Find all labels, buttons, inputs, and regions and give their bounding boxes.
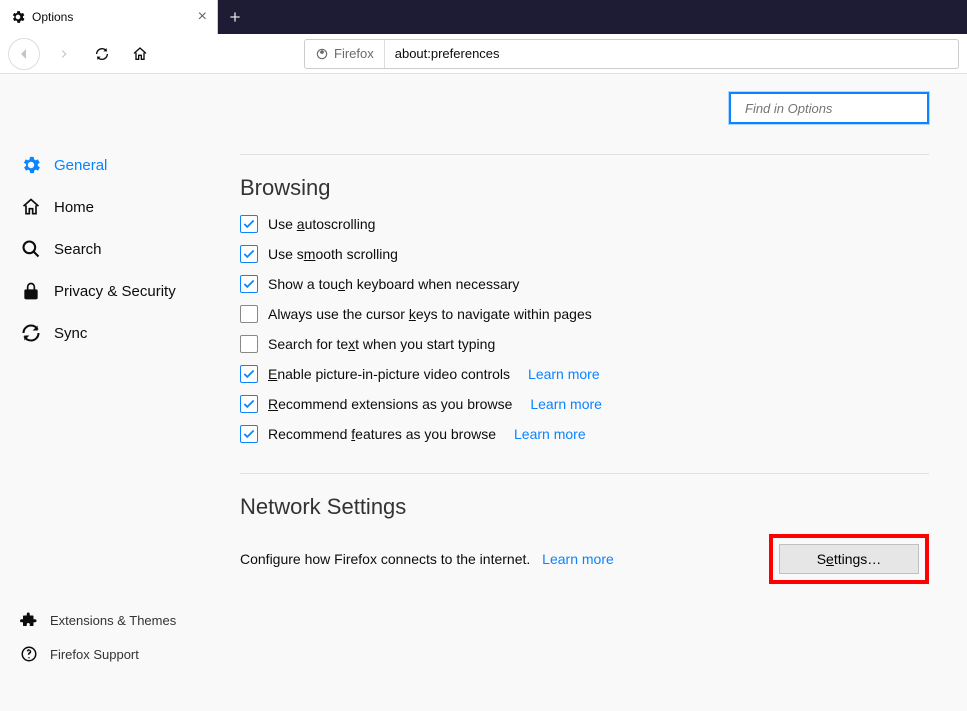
divider (240, 473, 929, 474)
sidebar-item-label: Sync (54, 325, 87, 342)
new-tab-button[interactable] (218, 0, 252, 34)
sidebar-extensions[interactable]: Extensions & Themes (6, 603, 234, 637)
home-icon (20, 196, 42, 218)
reload-button[interactable] (88, 40, 116, 68)
section-title-network: Network Settings (240, 494, 929, 520)
nav-toolbar: Firefox about:preferences (0, 34, 967, 74)
checkbox-row: Show a touch keyboard when necessary (240, 275, 929, 293)
main: Browsing Use autoscrolling Use smooth scr… (240, 74, 967, 711)
sidebar-item-label: Home (54, 199, 94, 216)
highlight-box: Settings… (769, 534, 929, 584)
checkbox-row: Recommend features as you browse Learn mo… (240, 425, 929, 443)
sidebar-item-search[interactable]: Search (6, 228, 234, 270)
checkbox-label[interactable]: Always use the cursor keys to navigate w… (268, 306, 592, 322)
sync-icon (20, 322, 42, 344)
tab-options[interactable]: Options × (0, 0, 218, 34)
puzzle-icon (20, 611, 38, 629)
search-box[interactable] (729, 92, 929, 124)
tab-title: Options (32, 10, 192, 24)
checkbox-label[interactable]: Recommend features as you browse (268, 426, 496, 442)
close-icon[interactable]: × (198, 9, 207, 25)
gear-icon (10, 9, 26, 25)
checkbox[interactable] (240, 425, 258, 443)
divider (240, 154, 929, 155)
firefox-icon (315, 47, 329, 61)
network-description: Configure how Firefox connects to the in… (240, 551, 614, 567)
checkbox-label[interactable]: Search for text when you start typing (268, 336, 495, 352)
question-icon (20, 645, 38, 663)
checkbox[interactable] (240, 215, 258, 233)
url-identity-label: Firefox (334, 46, 374, 61)
sidebar-item-sync[interactable]: Sync (6, 312, 234, 354)
section-title-browsing: Browsing (240, 175, 929, 201)
checkbox-row: Always use the cursor keys to navigate w… (240, 305, 929, 323)
checkbox-row: Use smooth scrolling (240, 245, 929, 263)
gear-icon (20, 154, 42, 176)
content: GeneralHomeSearchPrivacy & SecuritySync … (0, 74, 967, 711)
url-text: about:preferences (385, 46, 510, 61)
checkbox-label[interactable]: Enable picture-in-picture video controls (268, 366, 510, 382)
checkbox-label[interactable]: Use autoscrolling (268, 216, 375, 232)
checkbox[interactable] (240, 305, 258, 323)
checkbox[interactable] (240, 275, 258, 293)
learn-more-link[interactable]: Learn more (530, 396, 602, 412)
search-input[interactable] (745, 101, 923, 116)
forward-button[interactable] (50, 40, 78, 68)
checkbox-row: Search for text when you start typing (240, 335, 929, 353)
checkbox[interactable] (240, 365, 258, 383)
sidebar: GeneralHomeSearchPrivacy & SecuritySync … (0, 74, 240, 711)
learn-more-link[interactable]: Learn more (528, 366, 600, 382)
url-bar[interactable]: Firefox about:preferences (304, 39, 959, 69)
checkbox-label[interactable]: Show a touch keyboard when necessary (268, 276, 519, 292)
learn-more-link[interactable]: Learn more (542, 551, 614, 567)
sidebar-item-label: Search (54, 241, 102, 258)
checkbox[interactable] (240, 245, 258, 263)
learn-more-link[interactable]: Learn more (514, 426, 586, 442)
checkbox[interactable] (240, 335, 258, 353)
section-network: Network Settings Configure how Firefox c… (240, 494, 929, 584)
url-identity[interactable]: Firefox (305, 40, 385, 68)
tab-bar: Options × (0, 0, 967, 34)
sidebar-item-label: Privacy & Security (54, 283, 176, 300)
home-button[interactable] (126, 40, 154, 68)
lock-icon (20, 280, 42, 302)
sidebar-item-label: General (54, 157, 107, 174)
sidebar-item-label: Firefox Support (50, 647, 139, 662)
sidebar-item-home[interactable]: Home (6, 186, 234, 228)
checkbox-row: Recommend extensions as you browse Learn … (240, 395, 929, 413)
checkbox-label[interactable]: Use smooth scrolling (268, 246, 398, 262)
sidebar-item-general[interactable]: General (6, 144, 234, 186)
sidebar-support[interactable]: Firefox Support (6, 637, 234, 671)
sidebar-item-privacy[interactable]: Privacy & Security (6, 270, 234, 312)
settings-button[interactable]: Settings… (779, 544, 919, 574)
section-browsing: Browsing Use autoscrolling Use smooth scr… (240, 175, 929, 443)
checkbox-row: Use autoscrolling (240, 215, 929, 233)
sidebar-item-label: Extensions & Themes (50, 613, 176, 628)
search-icon (20, 238, 42, 260)
back-button[interactable] (8, 38, 40, 70)
checkbox[interactable] (240, 395, 258, 413)
checkbox-label[interactable]: Recommend extensions as you browse (268, 396, 512, 412)
checkbox-row: Enable picture-in-picture video controls… (240, 365, 929, 383)
